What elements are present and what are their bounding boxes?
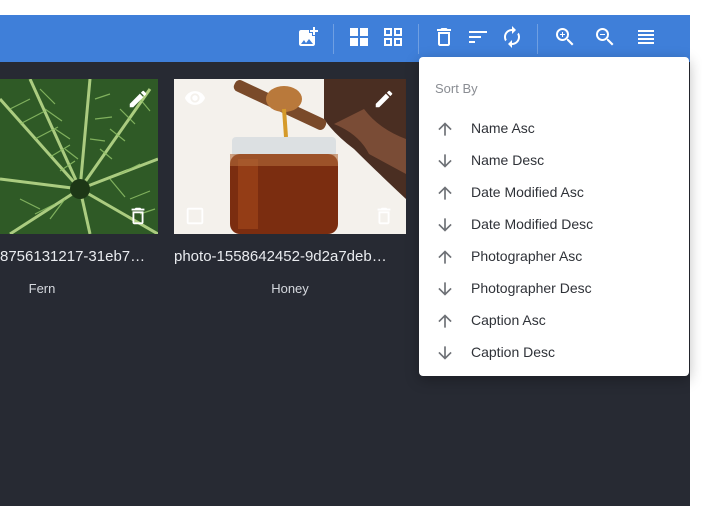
grid-large-view-button[interactable]: [345, 25, 373, 53]
add-photo-icon: [296, 25, 320, 54]
sort-item-caption-desc[interactable]: Caption Desc: [419, 336, 689, 368]
list-icon: [634, 25, 658, 54]
sort-item-label: Name Asc: [471, 120, 535, 136]
image-caption: Fern: [28, 281, 56, 296]
image-manager-app: 8756131217-31eb7… Fern photo-1558642452-…: [0, 0, 702, 506]
sort-item-photographer-desc[interactable]: Photographer Desc: [419, 272, 689, 304]
list-view-button[interactable]: [632, 25, 660, 53]
image-filename: 8756131217-31eb7…: [0, 248, 146, 265]
arrow-down-icon: [435, 215, 455, 235]
delete-button[interactable]: [430, 25, 458, 53]
zoom-in-button[interactable]: [551, 25, 579, 53]
grid-small-icon: [381, 25, 405, 54]
refresh-button[interactable]: [498, 25, 526, 53]
image-thumbnail[interactable]: [174, 79, 406, 234]
trash-icon: [432, 25, 456, 54]
sort-item-label: Date Modified Desc: [471, 216, 594, 232]
arrow-down-icon: [435, 151, 455, 171]
refresh-icon: [500, 25, 524, 54]
sort-item-label: Caption Desc: [471, 344, 556, 360]
pencil-icon: [373, 88, 395, 115]
arrow-up-icon: [435, 311, 455, 331]
edit-image-button[interactable]: [126, 89, 150, 113]
sort-item-date-modified-desc[interactable]: Date Modified Desc: [419, 208, 689, 240]
sort-menu: Sort By Name Asc Name Desc Date Modified…: [419, 57, 689, 376]
delete-image-button[interactable]: [126, 206, 150, 230]
sort-item-name-asc[interactable]: Name Asc: [419, 112, 689, 144]
trash-icon: [373, 205, 395, 232]
zoom-in-icon: [553, 25, 577, 54]
sort-item-label: Name Desc: [471, 152, 545, 168]
add-image-button[interactable]: [294, 25, 322, 53]
toolbar-divider: [333, 24, 334, 54]
edit-image-button[interactable]: [372, 89, 396, 113]
sort-item-photographer-asc[interactable]: Photographer Asc: [419, 240, 689, 272]
toolbar-divider: [537, 24, 538, 54]
arrow-up-icon: [435, 247, 455, 267]
select-checkbox[interactable]: [183, 206, 207, 230]
toolbar-divider: [418, 24, 419, 54]
arrow-up-icon: [435, 119, 455, 139]
eye-icon: [184, 87, 206, 114]
sort-item-label: Photographer Asc: [471, 248, 583, 264]
pencil-icon: [127, 88, 149, 115]
sort-item-name-desc[interactable]: Name Desc: [419, 144, 689, 176]
sort-menu-title: Sort By: [435, 81, 478, 96]
sort-button[interactable]: [464, 25, 492, 53]
sort-item-caption-asc[interactable]: Caption Asc: [419, 304, 689, 336]
checkbox-outline-icon: [184, 205, 206, 232]
arrow-down-icon: [435, 343, 455, 363]
delete-image-button[interactable]: [372, 206, 396, 230]
toolbar: [0, 15, 690, 62]
grid-large-icon: [347, 25, 371, 54]
image-filename: photo-1558642452-9d2a7deb…: [174, 248, 387, 265]
sort-item-label: Caption Asc: [471, 312, 546, 328]
grid-small-view-button[interactable]: [379, 25, 407, 53]
zoom-out-button[interactable]: [591, 25, 619, 53]
sort-icon: [466, 25, 490, 54]
image-thumbnail[interactable]: [0, 79, 158, 234]
arrow-down-icon: [435, 279, 455, 299]
sort-item-date-modified-asc[interactable]: Date Modified Asc: [419, 176, 689, 208]
arrow-up-icon: [435, 183, 455, 203]
trash-icon: [127, 205, 149, 232]
sort-item-label: Photographer Desc: [471, 280, 592, 296]
image-caption: Honey: [271, 281, 309, 296]
preview-image-button[interactable]: [183, 88, 207, 112]
zoom-out-icon: [593, 25, 617, 54]
sort-item-label: Date Modified Asc: [471, 184, 584, 200]
